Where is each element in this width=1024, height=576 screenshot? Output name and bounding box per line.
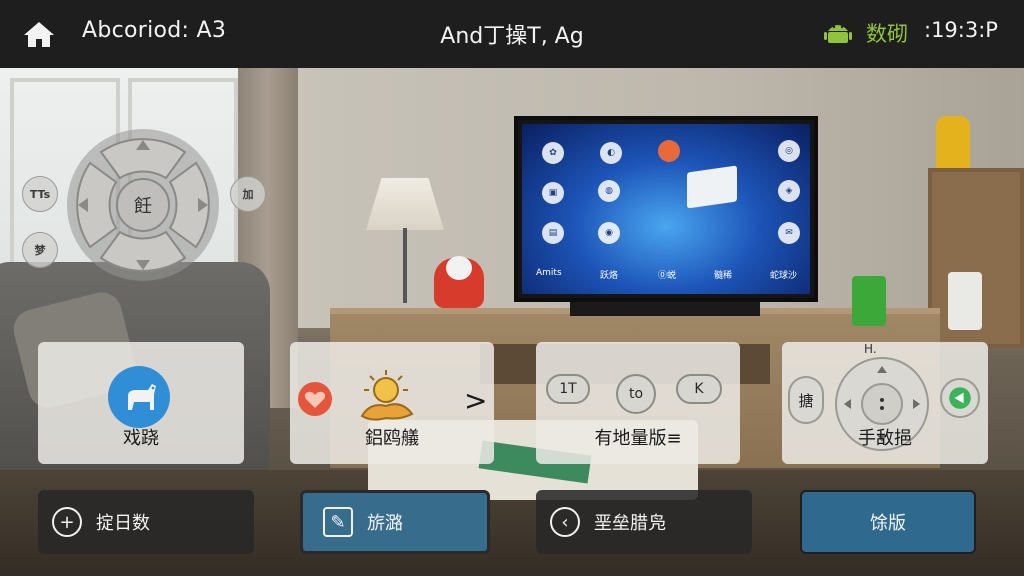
remote-key[interactable]: to — [616, 374, 656, 414]
remote-dpad[interactable]: 飪 — [66, 128, 220, 282]
tv-screen: ✿ ◐ ◎ ▣ ◍ ◈ ▤ ◉ ✉ Amits 跃烙 ⓪蜕 髓稀 蛇球沙 — [522, 124, 810, 294]
remote-side-button[interactable]: 加 — [230, 176, 266, 212]
remote-key[interactable]: 1T — [546, 374, 590, 404]
lamp-pole — [403, 228, 407, 303]
add-button-label: 掟日数 — [96, 513, 150, 534]
tv-app-icon: ◈ — [778, 180, 800, 202]
tv-screen-label: 跃烙 — [600, 271, 619, 281]
card-label: 手敌挹 — [858, 428, 912, 449]
feature-card-controller[interactable]: H. 搪 手敌挹 — [782, 342, 988, 464]
card-label: 戏跷 — [123, 428, 159, 449]
status-label: 数砌 — [866, 22, 908, 46]
edit-icon: ✎ — [323, 507, 353, 537]
back-button[interactable]: ‹ 垩垒腊凫 — [536, 490, 752, 554]
green-cup — [852, 276, 886, 326]
television: ✿ ◐ ◎ ▣ ◍ ◈ ▤ ◉ ✉ Amits 跃烙 ⓪蜕 髓稀 蛇球沙 — [514, 116, 818, 302]
android-icon — [824, 25, 852, 43]
play-icon[interactable] — [940, 378, 980, 418]
tv-screen-label: ⓪蜕 — [658, 271, 677, 281]
toy-head — [446, 256, 472, 280]
primary-button-label: 馀版 — [870, 513, 906, 534]
dpad-ok-label: 飪 — [134, 196, 152, 217]
tv-app-icon: ▤ — [542, 222, 564, 244]
card-label: 鋁鸥艤 — [365, 428, 419, 449]
yellow-vase — [936, 116, 970, 172]
device-title: Abcoriod: A3 — [82, 18, 227, 43]
back-button-label: 垩垒腊凫 — [594, 513, 666, 534]
card-top-label: H. — [864, 342, 877, 356]
feature-card-weather[interactable]: > 鋁鸥艤 — [290, 342, 494, 464]
tv-app-icon — [658, 140, 680, 162]
tv-app-icon: ◍ — [598, 180, 620, 202]
add-button[interactable]: + 掟日数 — [38, 490, 254, 554]
card-label: 有地量版≡ — [594, 428, 682, 449]
primary-button[interactable]: 馀版 — [800, 490, 976, 554]
edit-button[interactable]: ✎ 旂潞 — [300, 490, 490, 554]
remote-key[interactable]: K — [676, 374, 722, 404]
tv-screen-label: 蛇球沙 — [770, 271, 798, 281]
tv-app-icon: ◐ — [600, 142, 622, 164]
tv-screen-label: 髓稀 — [714, 271, 733, 281]
tv-wallpaper-box — [687, 165, 737, 209]
tv-app-icon: ◎ — [778, 140, 800, 162]
top-status-bar: Abcoriod: A3 And丁操T, Ag 数砌 :19:3:P — [0, 0, 1024, 68]
chevron-left-icon: ‹ — [550, 507, 580, 537]
feature-card-remote-keys[interactable]: 1T to K 有地量版≡ — [536, 342, 740, 464]
tv-app-icon: ◉ — [598, 222, 620, 244]
remote-side-button[interactable]: TTs — [22, 176, 58, 212]
edit-button-label: 旂潞 — [367, 513, 403, 534]
chevron-right-icon[interactable]: > — [464, 384, 487, 417]
tv-app-icon: ✉ — [778, 222, 800, 244]
sun-icon — [360, 370, 414, 421]
tv-app-icon: ▣ — [542, 182, 564, 204]
plus-icon: + — [52, 507, 82, 537]
tv-screen-label: Amits — [536, 268, 562, 278]
clock: :19:3:P — [924, 18, 998, 42]
remote-side-button[interactable]: 梦 — [22, 232, 58, 268]
white-mug — [948, 272, 982, 330]
controller-side-key[interactable]: 搪 — [788, 376, 824, 424]
tv-base — [570, 302, 760, 316]
heart-icon — [298, 382, 332, 416]
feature-card-games[interactable]: 戏跷 — [38, 342, 244, 464]
home-icon[interactable] — [22, 20, 56, 48]
goat-icon — [108, 366, 170, 428]
tv-app-icon: ✿ — [542, 142, 564, 164]
